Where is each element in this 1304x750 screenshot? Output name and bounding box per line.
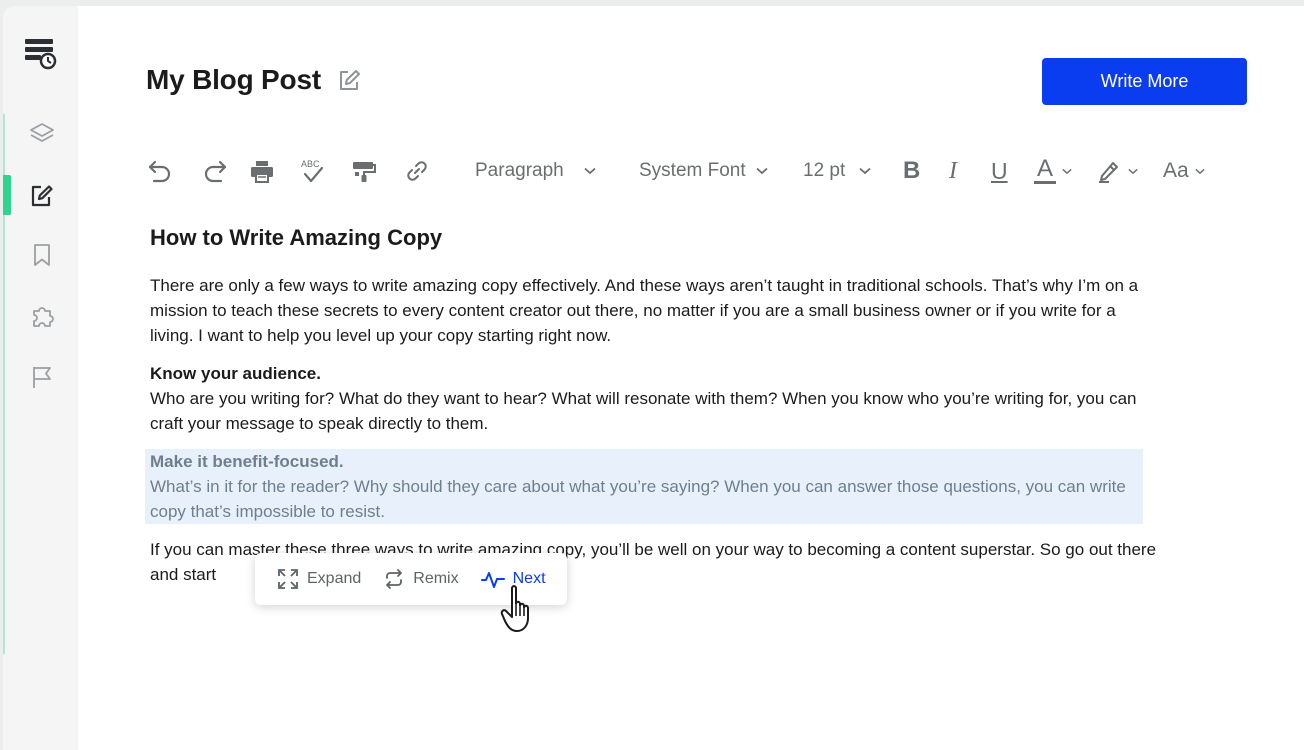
app-logo-icon[interactable] (23, 36, 57, 70)
highlight-color-button[interactable] (1096, 151, 1138, 191)
document-heading: How to Write Amazing Copy (150, 225, 443, 250)
bold-button[interactable]: B (903, 151, 920, 191)
puzzle-icon (33, 307, 54, 327)
expand-label: Expand (307, 570, 362, 587)
paint-roller-icon (353, 162, 376, 182)
chevron-down-icon (859, 167, 871, 175)
expand-button[interactable]: Expand (277, 568, 361, 590)
format-painter-button[interactable] (350, 151, 378, 191)
print-icon (251, 161, 273, 183)
sidebar-item-layers[interactable] (28, 120, 56, 148)
expand-icon (278, 569, 298, 589)
app-window: My Blog Post Write More ABC Paragraph Sy… (3, 6, 1304, 750)
section-know-audience: Know your audience. Who are you writing … (150, 361, 1160, 436)
block-format-value: Paragraph (475, 160, 564, 181)
page-title: My Blog Post (146, 64, 321, 95)
sidebar-item-bookmarks[interactable] (28, 241, 56, 269)
text-case-icon: Aa (1163, 159, 1189, 182)
chevron-down-icon (1195, 168, 1205, 174)
chevron-down-icon (756, 167, 768, 175)
chevron-down-icon (1062, 168, 1072, 174)
highlighter-icon (1099, 162, 1118, 183)
section-body: What’s in it for the reader? Why should … (150, 477, 1126, 521)
text-color-letter: A (1036, 154, 1053, 182)
underline-icon: U (991, 157, 1008, 184)
font-family-value: System Font (639, 160, 746, 181)
text-color-icon: A (1034, 154, 1056, 184)
italic-icon: I (949, 157, 957, 184)
sidebar-item-flags[interactable] (28, 363, 56, 391)
title-row: My Blog Post (146, 64, 363, 96)
bold-icon: B (903, 157, 921, 184)
intro-paragraph: There are only a few ways to write amazi… (150, 276, 1139, 345)
section-title: Know your audience. (150, 364, 321, 383)
layers-icon (30, 123, 54, 142)
sidebar (3, 6, 78, 750)
spellcheck-icon: ABC (301, 159, 324, 183)
remix-button[interactable]: Remix (383, 568, 459, 590)
block-format-select[interactable]: Paragraph (475, 151, 596, 191)
font-size-select[interactable]: 12 pt (803, 151, 871, 191)
underline-button[interactable]: U (991, 151, 1008, 191)
chevron-down-icon (584, 167, 596, 175)
undo-icon (148, 160, 171, 183)
link-icon (407, 161, 427, 181)
spellcheck-button[interactable]: ABC (298, 151, 328, 191)
editor-toolbar: ABC Paragraph System Font 12 pt B I U A … (146, 151, 1226, 191)
bookmark-icon (34, 244, 50, 266)
text-color-button[interactable]: A (1034, 151, 1072, 191)
section-title: Make it benefit-focused. (150, 452, 344, 471)
section-benefit-focused-selected: Make it benefit-focused. What’s in it fo… (145, 449, 1143, 524)
chevron-down-icon (1128, 168, 1138, 174)
edit-icon (31, 185, 53, 207)
print-button[interactable] (248, 151, 276, 191)
italic-button[interactable]: I (949, 151, 957, 191)
font-family-select[interactable]: System Font (639, 151, 768, 191)
sidebar-item-plugins[interactable] (28, 302, 56, 330)
undo-button[interactable] (146, 151, 174, 191)
document-body[interactable]: How to Write Amazing Copy There are only… (145, 221, 1160, 587)
font-size-value: 12 pt (803, 160, 846, 181)
text-case-button[interactable]: Aa (1163, 151, 1205, 191)
spellcheck-label: ABC (301, 159, 320, 169)
flag-icon (33, 367, 51, 388)
sidebar-active-indicator (3, 175, 11, 215)
insert-link-button[interactable] (403, 151, 431, 191)
remix-label: Remix (413, 570, 459, 587)
write-more-button[interactable]: Write More (1042, 58, 1247, 105)
remix-icon (386, 569, 403, 589)
text-color-swatch (1034, 180, 1056, 184)
section-body: Who are you writing for? What do they wa… (150, 389, 1137, 433)
redo-button[interactable] (201, 151, 229, 191)
sidebar-item-editor[interactable] (28, 182, 56, 210)
hand-cursor-icon (500, 585, 529, 632)
redo-icon (204, 160, 227, 183)
edit-title-icon[interactable] (337, 67, 363, 93)
